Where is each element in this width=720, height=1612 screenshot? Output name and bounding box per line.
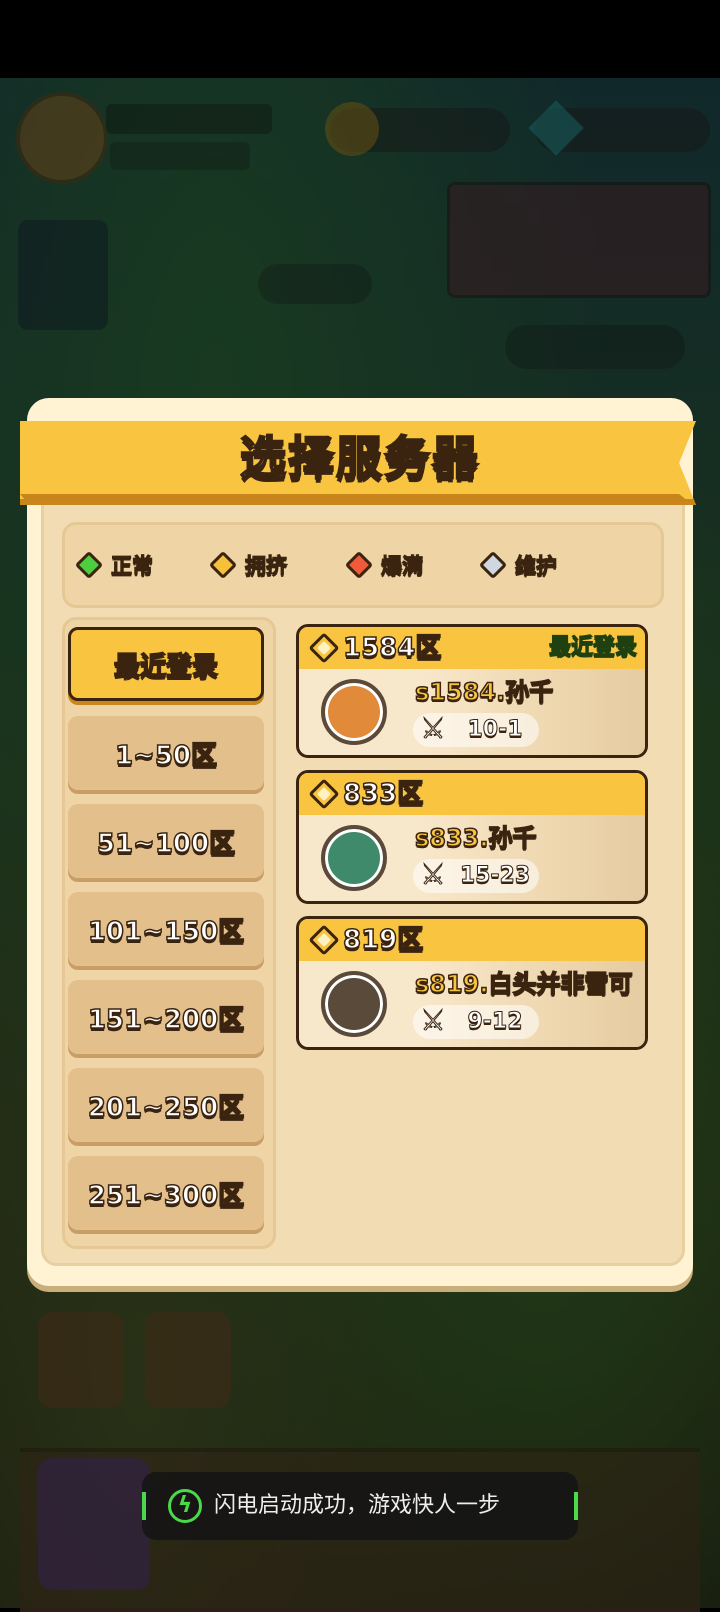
- range-tab-101-150[interactable]: 101~150区: [68, 892, 264, 966]
- server-zone: 819区: [342, 924, 424, 956]
- legend-item-busy: 拥挤: [208, 525, 288, 605]
- server-role-name: s833.孙千: [414, 823, 537, 853]
- crossed-swords-icon: ⚔: [420, 858, 446, 892]
- server-zone: 833区: [342, 778, 424, 810]
- crossed-swords-icon: ⚔: [420, 712, 446, 746]
- legend-item-normal: 正常: [74, 525, 154, 605]
- stage-progress: 15-23: [459, 863, 531, 889]
- toast-accent: [142, 1492, 146, 1520]
- range-tab-151-200[interactable]: 151~200区: [68, 980, 264, 1054]
- status-busy-icon: [208, 550, 238, 580]
- range-tab-1-50[interactable]: 1~50区: [68, 716, 264, 790]
- hero-avatar: [321, 825, 387, 891]
- range-tab-51-100[interactable]: 51~100区: [68, 804, 264, 878]
- status-full-icon: [344, 550, 374, 580]
- legend-label: 拥挤: [245, 554, 288, 579]
- range-tab-recent[interactable]: 最近登录: [68, 627, 264, 701]
- stage-progress: 10-1: [467, 717, 523, 743]
- dialog-title: 选择服务器: [239, 430, 480, 486]
- legend-label: 爆满: [381, 554, 424, 579]
- legend-label: 正常: [111, 554, 154, 579]
- lightning-icon: ϟ: [168, 1489, 202, 1523]
- legend-label: 维护: [515, 554, 558, 579]
- server-card[interactable]: 1584区 最近登录 s1584.孙千 ⚔ 10-1: [296, 624, 648, 758]
- stage-progress: 9-12: [467, 1009, 523, 1035]
- status-bar: [0, 0, 720, 78]
- server-role-name: s819.白头并非雪可: [414, 969, 633, 999]
- toast-message: 闪电启动成功，游戏快人一步: [214, 1493, 501, 1518]
- hero-avatar: [321, 679, 387, 745]
- server-role-name: s1584.孙千: [414, 677, 554, 707]
- crossed-swords-icon: ⚔: [420, 1004, 446, 1038]
- toast-notification: ϟ 闪电启动成功，游戏快人一步: [142, 1472, 578, 1540]
- hero-avatar: [321, 971, 387, 1037]
- legend-item-full: 爆满: [344, 525, 424, 605]
- server-status-legend: 正常 拥挤 爆满 维护: [62, 522, 664, 608]
- server-card[interactable]: 833区 s833.孙千 ⚔ 15-23: [296, 770, 648, 904]
- legend-item-maintenance: 维护: [478, 525, 558, 605]
- server-zone: 1584区: [342, 632, 442, 664]
- recent-login-tag: 最近登录: [548, 635, 637, 661]
- status-maintenance-icon: [478, 550, 508, 580]
- range-tab-251-300[interactable]: 251~300区: [68, 1156, 264, 1230]
- server-card[interactable]: 819区 s819.白头并非雪可 ⚔ 9-12: [296, 916, 648, 1050]
- range-tab-201-250[interactable]: 201~250区: [68, 1068, 264, 1142]
- toast-accent: [574, 1492, 578, 1520]
- status-normal-icon: [74, 550, 104, 580]
